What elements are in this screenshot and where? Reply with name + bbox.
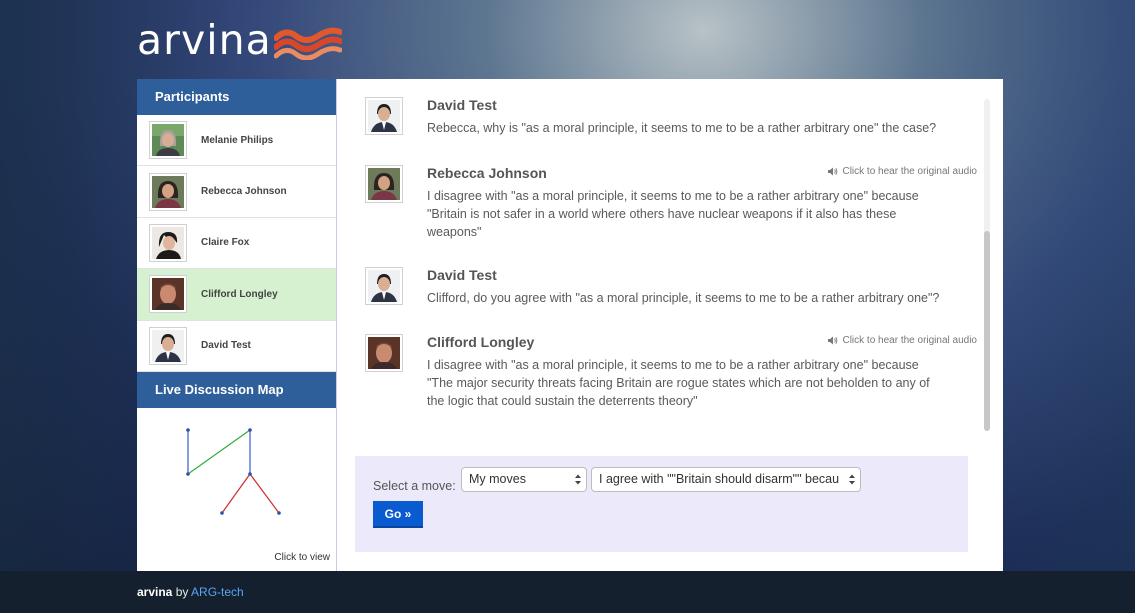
- avatar: [149, 121, 187, 160]
- map-node: [248, 428, 252, 432]
- participant-clifford-longley[interactable]: Clifford Longley: [137, 269, 336, 321]
- avatar: [149, 172, 187, 211]
- participant-rebecca-johnson[interactable]: Rebecca Johnson: [137, 166, 336, 218]
- arvina-logo[interactable]: arvina: [137, 16, 342, 64]
- arg-tech-link[interactable]: ARG-tech: [191, 585, 244, 599]
- avatar: [365, 334, 403, 372]
- sidebar: Participants Melanie Philips Rebecca Joh…: [137, 79, 337, 571]
- go-button[interactable]: Go »: [373, 501, 423, 528]
- chat-message: David Test Clifford, do you agree with "…: [365, 267, 977, 317]
- speaker-icon: [828, 167, 838, 176]
- map-node: [220, 511, 224, 515]
- chat-transcript: David Test Rebecca, why is "as a moral p…: [337, 79, 1003, 449]
- chat-scrollbar-thumb[interactable]: [984, 231, 990, 431]
- message-author: Clifford Longley: [427, 334, 535, 350]
- audio-label: Click to hear the original audio: [842, 166, 977, 177]
- message-text: Clifford, do you agree with "as a moral …: [427, 291, 940, 305]
- audio-label: Click to hear the original audio: [842, 335, 977, 346]
- participant-name: Melanie Philips: [201, 134, 274, 146]
- map-node: [277, 511, 281, 515]
- play-audio-link[interactable]: Click to hear the original audio: [828, 335, 977, 346]
- move-form: Select a move: My moves I agree with ""B…: [355, 456, 968, 552]
- map-edge: [249, 473, 280, 514]
- participant-name: Claire Fox: [201, 237, 250, 249]
- footer: arvina by ARG-tech: [0, 571, 1135, 613]
- participant-name: David Test: [201, 340, 251, 352]
- footer-brand: arvina: [137, 585, 173, 599]
- discussion-map[interactable]: Click to view: [137, 408, 336, 571]
- move-select[interactable]: I agree with ""Britain should disarm"" b…: [591, 467, 861, 492]
- avatar: [365, 267, 403, 305]
- message-text: I disagree with "as a moral principle, i…: [427, 189, 919, 239]
- map-node: [186, 472, 190, 476]
- map-node: [248, 472, 252, 476]
- play-audio-link[interactable]: Click to hear the original audio: [828, 166, 977, 177]
- select-arrows-icon: [849, 474, 855, 485]
- chat-message: Rebecca Johnson Click to hear the origin…: [365, 165, 977, 245]
- map-node: [186, 428, 190, 432]
- main-panel: Participants Melanie Philips Rebecca Joh…: [137, 79, 1003, 571]
- speaker-icon: [828, 336, 838, 345]
- move-type-select[interactable]: My moves: [461, 467, 587, 492]
- select-arrows-icon: [575, 474, 581, 485]
- message-author: Rebecca Johnson: [427, 165, 547, 181]
- logo-text: arvina: [137, 16, 272, 64]
- map-edge: [187, 429, 251, 475]
- message-text: Rebecca, why is "as a moral principle, i…: [427, 121, 937, 135]
- avatar: [365, 165, 403, 203]
- avatar: [149, 275, 187, 314]
- map-edge: [221, 473, 251, 514]
- avatar: [365, 97, 403, 135]
- message-text: I disagree with "as a moral principle, i…: [427, 358, 930, 408]
- footer-credit: arvina by ARG-tech: [137, 571, 244, 613]
- chat-message: Clifford Longley Click to hear the origi…: [365, 334, 977, 414]
- participant-david-test[interactable]: David Test: [137, 320, 336, 372]
- participant-claire-fox[interactable]: Claire Fox: [137, 217, 336, 270]
- avatar: [149, 223, 187, 262]
- participant-name: Clifford Longley: [201, 288, 278, 300]
- message-author: David Test: [427, 267, 497, 283]
- discussion-map-graph[interactable]: [137, 408, 337, 538]
- map-click-to-view-link[interactable]: Click to view: [274, 552, 330, 563]
- logo-wave-icon: [273, 27, 342, 60]
- participants-header: Participants: [137, 79, 336, 115]
- move-type-value: My moves: [469, 472, 526, 486]
- footer-by: by: [172, 585, 192, 599]
- chat-message: David Test Rebecca, why is "as a moral p…: [365, 97, 977, 147]
- avatar: [149, 326, 187, 365]
- select-move-label: Select a move:: [373, 479, 456, 493]
- move-value: I agree with ""Britain should disarm"" b…: [599, 472, 840, 486]
- participant-melanie-philips[interactable]: Melanie Philips: [137, 115, 336, 167]
- discussion-map-header: Live Discussion Map: [137, 371, 336, 408]
- participant-name: Rebecca Johnson: [201, 186, 287, 198]
- message-author: David Test: [427, 97, 497, 113]
